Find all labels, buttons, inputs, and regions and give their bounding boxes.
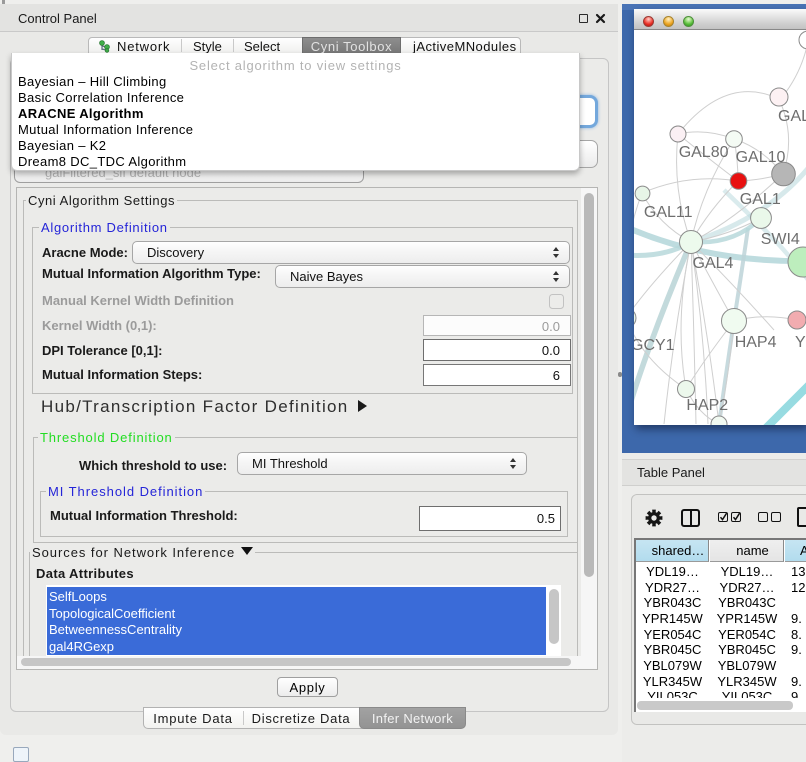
- svg-text:GAL80: GAL80: [679, 144, 729, 161]
- svg-text:SWI4: SWI4: [761, 231, 800, 248]
- svg-text:GAL10: GAL10: [736, 149, 786, 166]
- svg-text:GAL4: GAL4: [693, 255, 734, 272]
- svg-text:YM: YM: [795, 334, 806, 351]
- svg-text:HAP4: HAP4: [735, 334, 777, 351]
- svg-text:GAL2: GAL2: [778, 108, 806, 125]
- svg-text:GAL11: GAL11: [644, 204, 693, 221]
- svg-text:HAP2: HAP2: [686, 397, 728, 414]
- svg-text:GAL1: GAL1: [740, 191, 781, 208]
- svg-text:GCY1: GCY1: [634, 337, 675, 354]
